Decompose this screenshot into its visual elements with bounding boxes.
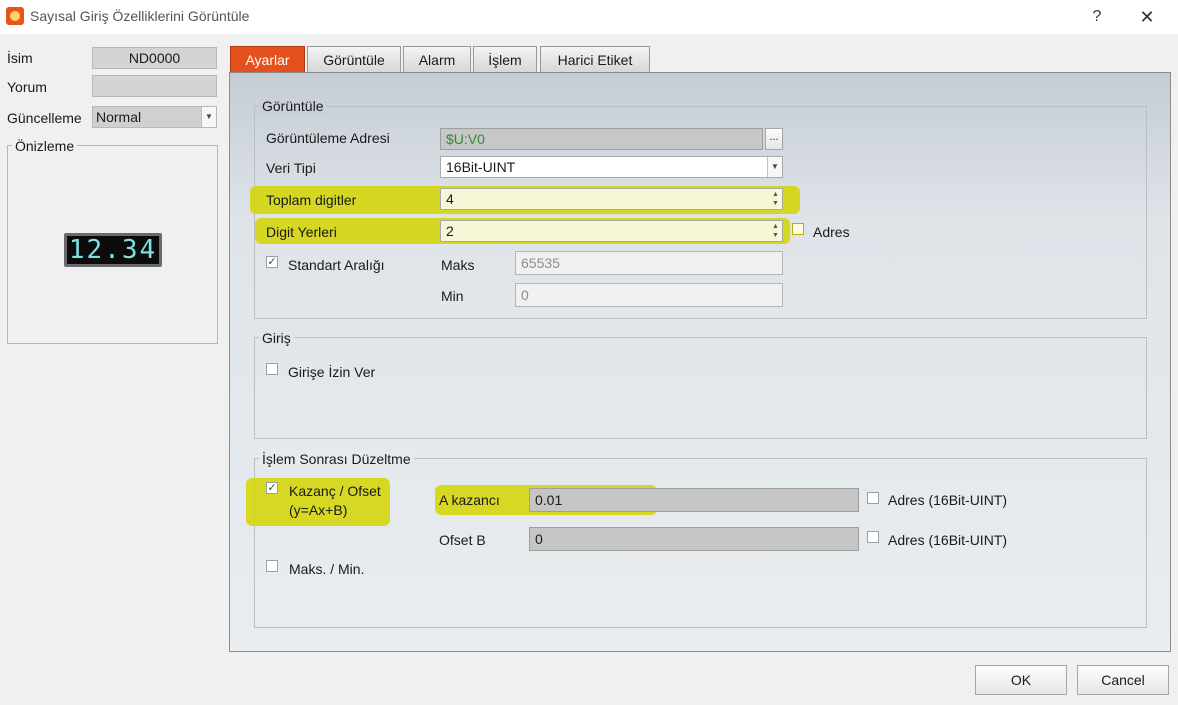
browse-address-button[interactable]: ...	[765, 128, 783, 150]
offset-b-field[interactable]: 0	[529, 527, 859, 551]
address-checkbox-label: Adres	[813, 224, 850, 240]
standard-range-label: Standart Aralığı	[288, 257, 385, 273]
datatype-select[interactable]: 16Bit-UINT ▼	[440, 156, 783, 178]
offset-b-label: Ofset B	[439, 532, 486, 548]
total-digits-value: 4	[446, 191, 454, 207]
tab-harici-etiket[interactable]: Harici Etiket	[540, 46, 650, 73]
a-gain-label: A kazancı	[439, 492, 500, 508]
name-label: İsim	[7, 50, 33, 66]
digit-places-value: 2	[446, 223, 454, 239]
a-address-label: Adres (16Bit-UINT)	[888, 492, 1008, 508]
window-title: Sayısal Giriş Özelliklerini Görüntüle	[30, 8, 250, 24]
b-address-checkbox[interactable]	[867, 531, 879, 543]
display-address-field[interactable]: $U:V0	[440, 128, 763, 150]
digit-places-label: Digit Yerleri	[266, 224, 337, 240]
gain-offset-formula: (y=Ax+B)	[289, 502, 348, 518]
digit-places-field[interactable]: 2 ▲ ▼	[440, 220, 783, 242]
total-digits-label: Toplam digitler	[266, 192, 357, 208]
standard-range-checkbox[interactable]: ✓	[266, 256, 278, 268]
tab-goruntule[interactable]: Görüntüle	[307, 46, 401, 73]
input-group	[254, 337, 1147, 439]
max-field[interactable]: 65535	[515, 251, 783, 275]
seven-segment-preview: 12.34	[64, 233, 162, 267]
app-icon	[6, 7, 24, 25]
chevron-down-icon[interactable]: ▼	[201, 107, 216, 127]
gain-offset-checkbox[interactable]: ✓	[266, 482, 278, 494]
preview-label: Önizleme	[12, 138, 78, 154]
datatype-label: Veri Tipi	[266, 160, 316, 176]
max-min-label: Maks. / Min.	[289, 561, 365, 577]
address-checkbox[interactable]	[792, 223, 804, 235]
update-select[interactable]: Normal ▼	[92, 106, 217, 128]
tab-islem[interactable]: İşlem	[473, 46, 537, 73]
input-group-title: Giriş	[259, 330, 294, 346]
name-field[interactable]: ND0000	[92, 47, 217, 69]
update-label: Güncelleme	[7, 110, 82, 126]
datatype-select-value: 16Bit-UINT	[446, 159, 516, 175]
display-address-label: Görüntüleme Adresi	[266, 130, 390, 146]
spin-arrows-icon[interactable]: ▲ ▼	[771, 222, 780, 240]
min-label: Min	[441, 288, 464, 304]
max-min-checkbox[interactable]	[266, 560, 278, 572]
allow-input-checkbox[interactable]	[266, 363, 278, 375]
a-address-checkbox[interactable]	[867, 492, 879, 504]
ok-button[interactable]: OK	[975, 665, 1067, 695]
min-field[interactable]: 0	[515, 283, 783, 307]
chevron-down-icon[interactable]: ▼	[767, 157, 782, 177]
update-select-value: Normal	[96, 109, 142, 125]
comment-field[interactable]	[92, 75, 217, 97]
tab-alarm[interactable]: Alarm	[403, 46, 471, 73]
tab-ayarlar[interactable]: Ayarlar	[230, 46, 305, 73]
allow-input-label: Girişe İzin Ver	[288, 364, 376, 380]
cancel-button[interactable]: Cancel	[1077, 665, 1169, 695]
display-group-title: Görüntüle	[259, 98, 327, 114]
post-process-group-title: İşlem Sonrası Düzeltme	[259, 451, 414, 467]
total-digits-field[interactable]: 4 ▲ ▼	[440, 188, 783, 210]
max-label: Maks	[441, 257, 475, 273]
comment-label: Yorum	[7, 79, 47, 95]
help-button[interactable]: ?	[1080, 5, 1114, 29]
b-address-label: Adres (16Bit-UINT)	[888, 532, 1008, 548]
spin-arrows-icon[interactable]: ▲ ▼	[771, 190, 780, 208]
gain-offset-label: Kazanç / Ofset	[289, 483, 381, 499]
close-button[interactable]: ✕	[1130, 5, 1164, 29]
a-gain-field[interactable]: 0.01	[529, 488, 859, 512]
